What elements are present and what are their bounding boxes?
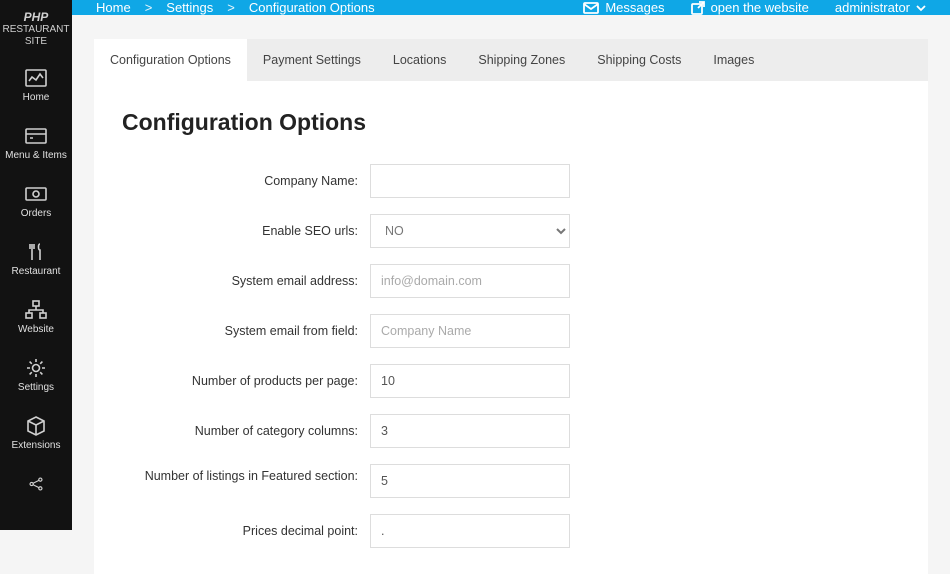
message-icon	[583, 2, 599, 14]
breadcrumb: Home > Settings > Configuration Options	[96, 0, 375, 15]
tab-locations[interactable]: Locations	[377, 39, 463, 81]
sidebar-item-home[interactable]: Home	[0, 56, 72, 114]
per-page-input[interactable]	[370, 364, 570, 398]
sidebar-item-extensions[interactable]: Extensions	[0, 404, 72, 462]
admin-menu[interactable]: administrator	[835, 0, 926, 15]
sidebar-item-settings[interactable]: Settings	[0, 346, 72, 404]
sidebar-item-label: Extensions	[2, 440, 70, 452]
gear-icon	[24, 358, 48, 378]
system-email-label: System email address:	[122, 273, 370, 289]
sidebar-item-orders[interactable]: Orders	[0, 172, 72, 230]
system-email-input[interactable]	[370, 264, 570, 298]
sidebar-item-restaurant[interactable]: Restaurant	[0, 230, 72, 288]
config-panel: Configuration Options Company Name: Enab…	[94, 81, 928, 574]
featured-label: Number of listings in Featured section:	[122, 464, 370, 484]
sidebar: PHP RESTAURANT SITE Home Menu & Items Or…	[0, 0, 72, 530]
breadcrumb-sep: >	[227, 0, 235, 15]
share-icon	[24, 474, 48, 494]
seo-label: Enable SEO urls:	[122, 223, 370, 239]
chart-icon	[24, 68, 48, 88]
decimal-label: Prices decimal point:	[122, 523, 370, 539]
brand: PHP RESTAURANT SITE	[0, 0, 71, 56]
breadcrumb-home[interactable]: Home	[96, 0, 131, 15]
seo-select[interactable]: NO	[370, 214, 570, 248]
list-icon	[24, 126, 48, 146]
brand-line2: RESTAURANT	[2, 24, 69, 36]
sidebar-item-label: Home	[2, 92, 70, 104]
email-from-label: System email from field:	[122, 323, 370, 339]
tab-payment-settings[interactable]: Payment Settings	[247, 39, 377, 81]
open-website-link[interactable]: open the website	[691, 0, 809, 15]
sidebar-item-label: Restaurant	[2, 266, 70, 278]
tabs: Configuration Options Payment Settings L…	[94, 39, 928, 81]
decimal-input[interactable]	[370, 514, 570, 548]
restaurant-icon	[24, 242, 48, 262]
chevron-down-icon	[916, 4, 926, 12]
tab-shipping-zones[interactable]: Shipping Zones	[462, 39, 581, 81]
sidebar-item-label: Settings	[2, 382, 70, 394]
admin-label: administrator	[835, 0, 910, 15]
sitemap-icon	[24, 300, 48, 320]
messages-link[interactable]: Messages	[583, 0, 664, 15]
sidebar-item-website[interactable]: Website	[0, 288, 72, 346]
sidebar-item-label: Menu & Items	[2, 150, 70, 162]
breadcrumb-current: Configuration Options	[249, 0, 375, 15]
sidebar-item-label: Orders	[2, 208, 70, 220]
money-icon	[24, 184, 48, 204]
featured-input[interactable]	[370, 464, 570, 498]
tab-shipping-costs[interactable]: Shipping Costs	[581, 39, 697, 81]
messages-label: Messages	[605, 0, 664, 15]
brand-line3: SITE	[2, 36, 69, 48]
company-name-label: Company Name:	[122, 173, 370, 189]
sidebar-item-menu-items[interactable]: Menu & Items	[0, 114, 72, 172]
company-name-input[interactable]	[370, 164, 570, 198]
email-from-input[interactable]	[370, 314, 570, 348]
per-page-label: Number of products per page:	[122, 373, 370, 389]
open-website-label: open the website	[711, 0, 809, 15]
external-link-icon	[691, 1, 705, 15]
topbar: Home > Settings > Configuration Options …	[72, 0, 950, 15]
tab-configuration-options[interactable]: Configuration Options	[94, 39, 247, 81]
sidebar-item-label: Website	[2, 324, 70, 336]
cat-cols-input[interactable]	[370, 414, 570, 448]
page-title: Configuration Options	[122, 109, 900, 136]
sidebar-item-more[interactable]	[0, 462, 72, 498]
breadcrumb-settings[interactable]: Settings	[166, 0, 213, 15]
tab-images[interactable]: Images	[697, 39, 770, 81]
cube-icon	[24, 416, 48, 436]
breadcrumb-sep: >	[145, 0, 153, 15]
cat-cols-label: Number of category columns:	[122, 423, 370, 439]
brand-line1: PHP	[2, 10, 69, 24]
